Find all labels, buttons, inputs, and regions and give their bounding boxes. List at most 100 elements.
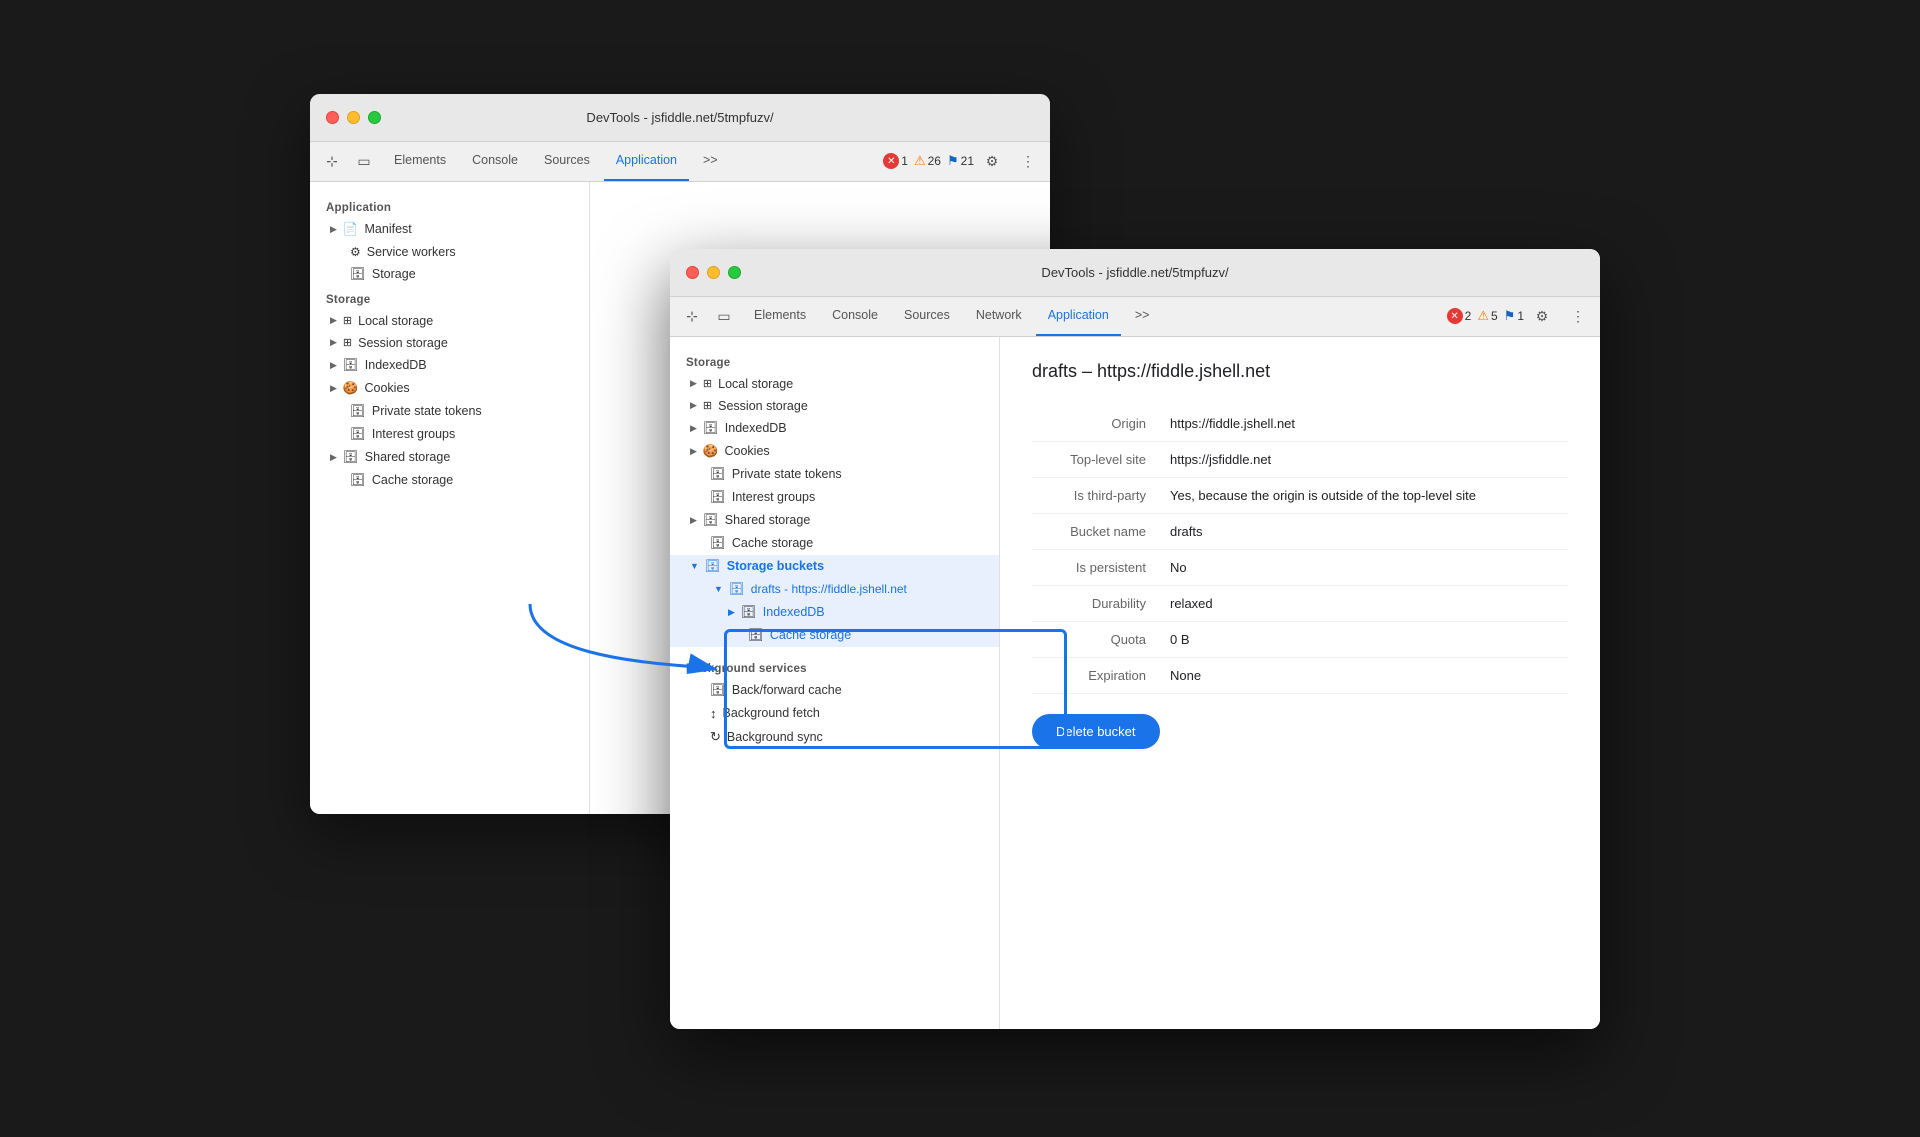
sidebar-item-serviceworkers-back[interactable]: ⚙ Service workers (310, 241, 589, 263)
info-count-back: 21 (961, 154, 974, 168)
table-row-bucketname: Bucket name drafts (1032, 513, 1568, 549)
sb-label-front: Storage buckets (727, 559, 824, 573)
sidebar-item-bgfetch-front[interactable]: ↕ Background fetch (670, 702, 999, 725)
back-window-title: DevTools - jsfiddle.net/5tmpfuzv/ (586, 110, 773, 125)
sidebar-item-storagebuckets-front[interactable]: ▼ 🗄 Storage buckets (670, 555, 999, 578)
front-toolbar: ⊹ ▭ Elements Console Sources Network App… (670, 297, 1600, 337)
warn-count-back: 26 (928, 154, 941, 168)
bgsync-label-front: Background sync (727, 730, 823, 744)
table-row-expiration: Expiration None (1032, 657, 1568, 693)
back-section-application: Application (310, 194, 589, 218)
chevron-shared-front: ▶ (690, 515, 697, 526)
tab-elements-back[interactable]: Elements (382, 141, 458, 181)
chevron-ls-back: ▶ (330, 315, 337, 326)
sidebar-item-pst-back[interactable]: 🗄 Private state tokens (310, 400, 589, 423)
cache-icon-front: 🗄 (710, 536, 726, 551)
tab-more-back[interactable]: >> (691, 141, 730, 181)
sidebar-item-ig-back[interactable]: 🗄 Interest groups (310, 423, 589, 446)
sidebar-item-cookies-back[interactable]: ▶ 🍪 Cookies (310, 377, 589, 400)
tab-sources-back[interactable]: Sources (532, 141, 602, 181)
pst-label-back: Private state tokens (372, 404, 482, 418)
front-tl-yellow[interactable] (707, 266, 720, 279)
sidebar-item-cookies-front[interactable]: ▶ 🍪 Cookies (670, 440, 999, 463)
tab-application-front[interactable]: Application (1036, 296, 1121, 336)
durability-value: relaxed (1162, 585, 1568, 621)
sidebar-item-sessionstorage-back[interactable]: ▶ ⊞ Session storage (310, 332, 589, 354)
tab-more-front[interactable]: >> (1123, 296, 1162, 336)
sidebar-item-cachestorage-front[interactable]: 🗄 Cache storage (670, 532, 999, 555)
sidebar-item-drafts-idb-front[interactable]: ▶ 🗄 IndexedDB (670, 601, 999, 624)
sidebar-item-sharedstorage-front[interactable]: ▶ 🗄 Shared storage (670, 509, 999, 532)
sw-icon-back: ⚙ (350, 245, 361, 259)
back-tl-red[interactable] (326, 111, 339, 124)
front-traffic-lights (686, 266, 741, 279)
more-icon-back[interactable]: ⋮ (1014, 147, 1042, 175)
sidebar-item-manifest-back[interactable]: ▶ 📄 Manifest (310, 218, 589, 241)
sidebar-item-localstorage-back[interactable]: ▶ ⊞ Local storage (310, 310, 589, 332)
sidebar-item-indexeddb-back[interactable]: ▶ 🗄 IndexedDB (310, 354, 589, 377)
tab-sources-front[interactable]: Sources (892, 296, 962, 336)
sidebar-item-ig-front[interactable]: 🗄 Interest groups (670, 486, 999, 509)
sidebar-item-bgsync-front[interactable]: ↻ Background sync (670, 725, 999, 749)
sidebar-item-drafts-cache-front[interactable]: 🗄 Cache storage (670, 624, 999, 647)
scene: DevTools - jsfiddle.net/5tmpfuzv/ ⊹ ▭ El… (310, 94, 1610, 1044)
back-toolbar-right: ⚙ ⋮ (978, 147, 1042, 175)
delete-bucket-button[interactable]: Delete bucket (1032, 714, 1160, 749)
back-tl-yellow[interactable] (347, 111, 360, 124)
tab-network-front[interactable]: Network (964, 296, 1034, 336)
chevron-drafts-idb-front: ▶ (728, 607, 735, 618)
inspect-icon[interactable]: ⊹ (318, 147, 346, 175)
table-row-thirdparty: Is third-party Yes, because the origin i… (1032, 477, 1568, 513)
shared-icon-back: 🗄 (343, 450, 359, 465)
warn-count-front: 5 (1491, 309, 1498, 323)
tab-application-back[interactable]: Application (604, 141, 689, 181)
more-icon-front[interactable]: ⋮ (1564, 302, 1592, 330)
sidebar-item-drafts-front[interactable]: ▼ 🗄 drafts - https://fiddle.jshell.net (670, 578, 999, 601)
chevron-ls-front: ▶ (690, 378, 697, 389)
cookies-label-back: Cookies (365, 381, 410, 395)
thirdparty-label: Is third-party (1032, 477, 1162, 513)
bucketname-value: drafts (1162, 513, 1568, 549)
drafts-idb-icon-front: 🗄 (741, 605, 757, 620)
back-tl-green[interactable] (368, 111, 381, 124)
ls-label-back: Local storage (358, 314, 433, 328)
sidebar-item-pst-front[interactable]: 🗄 Private state tokens (670, 463, 999, 486)
ls-label-front: Local storage (718, 377, 793, 391)
front-tl-green[interactable] (728, 266, 741, 279)
device-icon-front[interactable]: ▭ (710, 302, 738, 330)
front-toolbar-right: ⚙ ⋮ (1528, 302, 1592, 330)
idb-label-back: IndexedDB (365, 358, 427, 372)
tab-console-back[interactable]: Console (460, 141, 530, 181)
chevron-cookies-back: ▶ (330, 383, 337, 394)
info-count-front: 1 (1517, 309, 1524, 323)
sw-label-back: Service workers (367, 245, 456, 259)
sidebar-item-bfc-front[interactable]: 🗄 Back/forward cache (670, 679, 999, 702)
durability-label: Durability (1032, 585, 1162, 621)
chevron-shared-back: ▶ (330, 452, 337, 463)
settings-icon-back[interactable]: ⚙ (978, 147, 1006, 175)
sidebar-item-cachestorage-back[interactable]: 🗄 Cache storage (310, 469, 589, 492)
tab-elements-front[interactable]: Elements (742, 296, 818, 336)
front-window-title: DevTools - jsfiddle.net/5tmpfuzv/ (1041, 265, 1228, 280)
table-row-persistent: Is persistent No (1032, 549, 1568, 585)
back-section-storage: Storage (310, 286, 589, 310)
bgfetch-icon-front: ↕ (710, 706, 717, 721)
device-icon[interactable]: ▭ (350, 147, 378, 175)
sidebar-item-storage-back[interactable]: 🗄 Storage (310, 263, 589, 286)
info-icon-back: ⚑ (947, 153, 959, 169)
tab-console-front[interactable]: Console (820, 296, 890, 336)
sidebar-item-sharedstorage-back[interactable]: ▶ 🗄 Shared storage (310, 446, 589, 469)
sidebar-item-ss-front[interactable]: ▶ ⊞ Session storage (670, 395, 999, 417)
inspect-icon-front[interactable]: ⊹ (678, 302, 706, 330)
settings-icon-front[interactable]: ⚙ (1528, 302, 1556, 330)
front-tl-red[interactable] (686, 266, 699, 279)
ss-icon-front: ⊞ (703, 399, 712, 412)
toplevel-label: Top-level site (1032, 441, 1162, 477)
error-badge-back: ✕ (883, 153, 899, 169)
idb-label-front: IndexedDB (725, 421, 787, 435)
sidebar-item-ls-front[interactable]: ▶ ⊞ Local storage (670, 373, 999, 395)
sidebar-item-idb-front[interactable]: ▶ 🗄 IndexedDB (670, 417, 999, 440)
error-badge-front: ✕ (1447, 308, 1463, 324)
back-toolbar: ⊹ ▭ Elements Console Sources Application… (310, 142, 1050, 182)
table-row-durability: Durability relaxed (1032, 585, 1568, 621)
